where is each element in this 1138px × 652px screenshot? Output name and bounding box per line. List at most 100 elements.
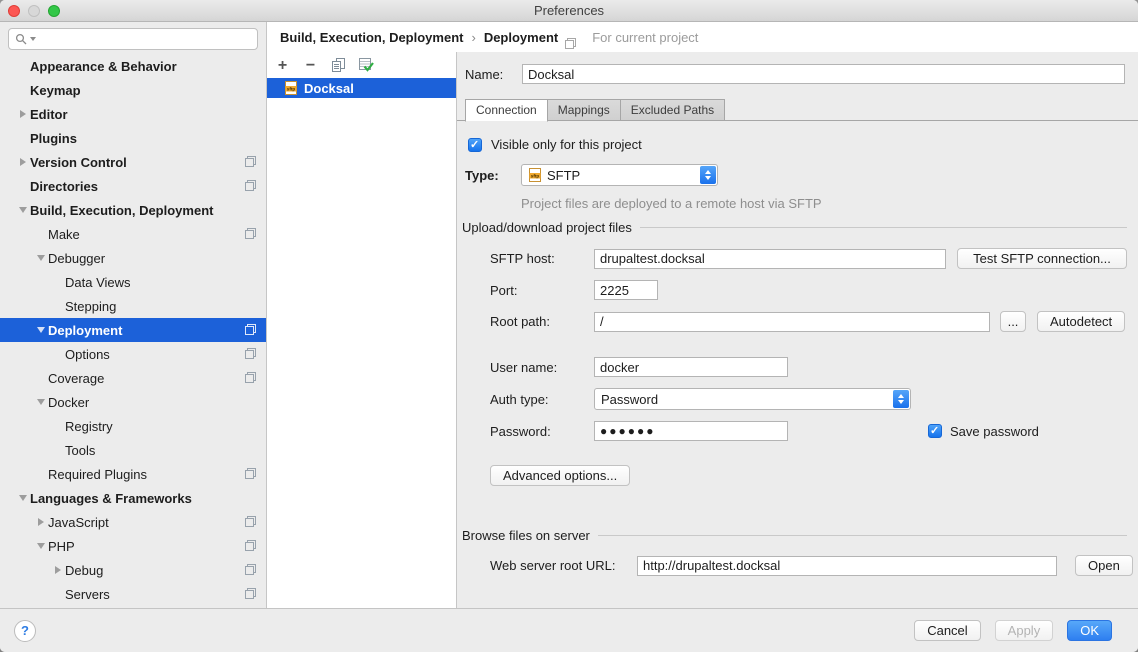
password-label: Password: [490,424,594,439]
zoom-window-icon[interactable] [48,5,60,17]
visible-only-label: Visible only for this project [491,137,642,152]
per-project-icon [245,564,256,575]
chevron-down-icon[interactable] [37,399,45,405]
sidebar-item-label: Debugger [48,251,105,266]
chevron-down-icon[interactable] [37,255,45,261]
per-project-icon [565,38,576,49]
per-project-icon [245,588,256,599]
sidebar-item-label: JavaScript [48,515,109,530]
sidebar-item-docker[interactable]: Docker [0,390,266,414]
sidebar-item-appearance-behavior[interactable]: Appearance & Behavior [0,54,266,78]
autodetect-button[interactable]: Autodetect [1037,311,1125,332]
sidebar-item-plugins[interactable]: Plugins [0,126,266,150]
sidebar-item-label: Version Control [30,155,127,170]
tab-connection[interactable]: Connection [465,99,548,122]
sidebar-item-label: Languages & Frameworks [30,491,192,506]
name-label: Name: [465,67,522,82]
copy-server-icon[interactable] [331,58,346,73]
sidebar-item-tools[interactable]: Tools [0,438,266,462]
window-title: Preferences [0,0,1138,21]
chevron-down-icon[interactable] [37,543,45,549]
sidebar-item-label: Appearance & Behavior [30,59,177,74]
dropdown-stepper-icon[interactable] [893,390,909,408]
search-input[interactable] [39,31,251,48]
chevron-down-icon[interactable] [19,495,27,501]
test-sftp-connection-button[interactable]: Test SFTP connection... [957,248,1127,269]
sidebar-item-label: Plugins [30,131,77,146]
remove-server-icon[interactable]: − [303,58,318,73]
title-bar: Preferences [0,0,1138,22]
sidebar-item-stepping[interactable]: Stepping [0,294,266,318]
breadcrumb-separator: › [471,30,475,45]
advanced-options-button[interactable]: Advanced options... [490,465,630,486]
password-input[interactable] [594,421,788,441]
sidebar-item-label: Docker [48,395,89,410]
sidebar-item-make[interactable]: Make [0,222,266,246]
sidebar-item-version-control[interactable]: Version Control [0,150,266,174]
user-name-input[interactable] [594,357,788,377]
open-button[interactable]: Open [1075,555,1133,576]
settings-search-box[interactable] [8,28,258,50]
apply-button[interactable]: Apply [995,620,1054,641]
add-server-icon[interactable]: + [275,58,290,73]
sidebar-item-data-views[interactable]: Data Views [0,270,266,294]
save-password-group: Save password [928,424,1039,439]
chevron-down-icon[interactable] [37,327,45,333]
server-list-item-docksal[interactable]: sftp Docksal [267,78,456,98]
sidebar-item-debugger[interactable]: Debugger [0,246,266,270]
password-row: Password: Save password [490,421,1039,441]
visible-only-checkbox[interactable] [468,138,482,152]
sidebar-item-deployment[interactable]: Deployment [0,318,266,342]
breadcrumb-part-1[interactable]: Build, Execution, Deployment [280,30,463,45]
sidebar-item-label: Build, Execution, Deployment [30,203,213,218]
chevron-right-icon[interactable] [55,566,61,574]
chevron-right-icon[interactable] [38,518,44,526]
web-root-input[interactable] [637,556,1057,576]
sidebar-item-label: Options [65,347,110,362]
ok-button[interactable]: OK [1067,620,1112,641]
chevron-right-icon[interactable] [20,110,26,118]
dialog-footer: ? Cancel Apply OK [0,608,1138,652]
sidebar-item-options[interactable]: Options [0,342,266,366]
sidebar-item-php[interactable]: PHP [0,534,266,558]
sidebar-item-javascript[interactable]: JavaScript [0,510,266,534]
browse-root-path-button[interactable]: ... [1000,311,1026,332]
sidebar-item-registry[interactable]: Registry [0,414,266,438]
sidebar-item-servers[interactable]: Servers [0,582,266,606]
port-input[interactable] [594,280,658,300]
per-project-icon [245,228,256,239]
save-password-checkbox[interactable] [928,424,942,438]
search-history-caret-icon[interactable] [30,37,36,41]
tab-excluded-paths[interactable]: Excluded Paths [621,99,725,121]
chevron-right-icon[interactable] [20,158,26,166]
name-input[interactable] [522,64,1125,84]
browse-section-header: Browse files on server [462,528,1138,543]
sidebar-item-directories[interactable]: Directories [0,174,266,198]
sidebar-item-coverage[interactable]: Coverage [0,366,266,390]
user-name-row: User name: [490,357,788,377]
sidebar-item-keymap[interactable]: Keymap [0,78,266,102]
chevron-down-icon[interactable] [19,207,27,213]
sidebar-item-build-execution-deployment[interactable]: Build, Execution, Deployment [0,198,266,222]
per-project-icon [245,324,256,335]
sftp-host-input[interactable] [594,249,946,269]
root-path-input[interactable] [594,312,990,332]
per-project-icon [245,468,256,479]
sidebar-item-editor[interactable]: Editor [0,102,266,126]
save-password-label: Save password [950,424,1039,439]
per-project-icon [245,156,256,167]
sidebar-item-debug[interactable]: Debug [0,558,266,582]
type-dropdown[interactable]: sftp SFTP [521,164,718,186]
sidebar-item-languages-frameworks[interactable]: Languages & Frameworks [0,486,266,510]
per-project-icon [245,516,256,527]
close-window-icon[interactable] [8,5,20,17]
dropdown-stepper-icon[interactable] [700,166,716,184]
sidebar-item-required-plugins[interactable]: Required Plugins [0,462,266,486]
cancel-button[interactable]: Cancel [914,620,980,641]
help-button[interactable]: ? [14,620,36,642]
auth-type-dropdown[interactable]: Password [594,388,911,410]
root-path-label: Root path: [490,314,594,329]
use-as-default-icon[interactable] [359,58,374,73]
tab-mappings[interactable]: Mappings [548,99,621,121]
minimize-window-icon [28,5,40,17]
